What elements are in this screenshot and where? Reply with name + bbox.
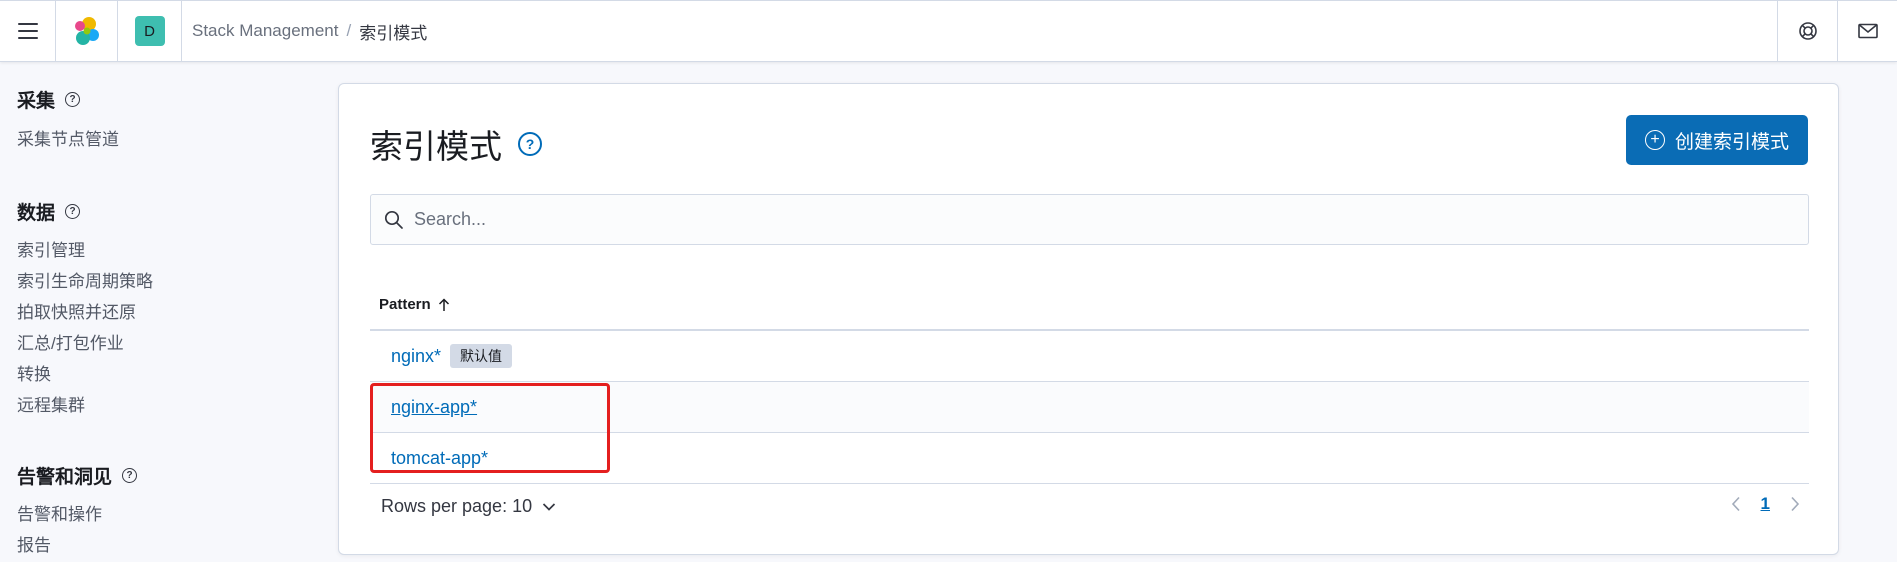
mail-icon: [1857, 23, 1878, 39]
search-input[interactable]: [414, 209, 1794, 230]
sidebar-item-transforms[interactable]: 转换: [17, 359, 153, 390]
create-index-pattern-button[interactable]: + 创建索引模式: [1626, 115, 1808, 165]
space-avatar: D: [134, 16, 165, 46]
question-icon[interactable]: ?: [122, 467, 138, 483]
question-icon[interactable]: ?: [65, 91, 81, 107]
sidebar-item-reporting[interactable]: 报告: [17, 530, 137, 561]
pattern-link[interactable]: nginx-app*: [391, 397, 477, 418]
sidebar-item-snapshot-restore[interactable]: 拍取快照并还原: [17, 297, 153, 328]
newsfeed-button[interactable]: [1837, 1, 1897, 61]
sidebar-group-data: 数据 ? 索引管理 索引生命周期策略 拍取快照并还原 汇总/打包作业 转换 远程…: [17, 198, 153, 421]
table-row: nginx-app*: [370, 382, 1809, 433]
sidebar-item-ilm-policies[interactable]: 索引生命周期策略: [17, 266, 153, 297]
page-title: 索引模式: [370, 128, 502, 165]
chevron-down-icon: [542, 502, 556, 511]
breadcrumb-stack-management[interactable]: Stack Management: [192, 21, 338, 41]
sidebar-item-rollup-jobs[interactable]: 汇总/打包作业: [17, 328, 153, 359]
sidebar-item-index-management[interactable]: 索引管理: [17, 235, 153, 266]
elastic-logo-icon: [74, 17, 99, 45]
breadcrumb-current: 索引模式: [359, 23, 428, 43]
help-icon[interactable]: ?: [518, 132, 542, 156]
page-title-row: 索引模式 ?: [370, 120, 542, 168]
search-field[interactable]: [370, 194, 1809, 245]
space-selector[interactable]: D: [118, 1, 182, 61]
rows-per-page-selector[interactable]: Rows per page: 10: [381, 496, 556, 517]
breadcrumb: Stack Management / 索引模式: [182, 1, 427, 61]
menu-toggle-button[interactable]: [0, 1, 56, 61]
sidebar-item-remote-clusters[interactable]: 远程集群: [17, 390, 153, 421]
pagination: 1: [1731, 494, 1800, 514]
home-logo-link[interactable]: [56, 1, 118, 61]
search-icon: [384, 210, 403, 229]
table-row: tomcat-app*: [370, 433, 1809, 484]
breadcrumb-separator: /: [346, 21, 352, 40]
pattern-link[interactable]: tomcat-app*: [391, 448, 488, 469]
help-lifebuoy-icon: [1798, 22, 1817, 40]
page-number[interactable]: 1: [1761, 494, 1770, 514]
table-row: nginx* 默认值: [370, 331, 1809, 382]
default-badge: 默认值: [450, 344, 513, 368]
pattern-link[interactable]: nginx*: [391, 346, 441, 367]
sidebar-item-ingest-pipelines[interactable]: 采集节点管道: [17, 124, 119, 155]
index-patterns-table: Pattern nginx* 默认值 nginx-app* tomcat-app…: [370, 280, 1809, 484]
help-menu-button[interactable]: [1777, 1, 1837, 61]
sidebar-group-title: 数据: [17, 202, 56, 224]
sidebar-group-alerts: 告警和洞见 ? 告警和操作 报告: [17, 462, 138, 561]
question-icon[interactable]: ?: [65, 203, 81, 219]
hamburger-icon: [17, 23, 38, 39]
create-button-label: 创建索引模式: [1674, 131, 1789, 153]
chevron-right-icon[interactable]: [1790, 496, 1800, 512]
sidebar-group-title: 告警和洞见: [17, 466, 113, 488]
sidebar-item-alerts-actions[interactable]: 告警和操作: [17, 499, 137, 530]
chevron-left-icon[interactable]: [1731, 496, 1741, 512]
rows-per-page-label: Rows per page: 10: [381, 496, 533, 516]
sort-ascending-icon: [438, 297, 449, 311]
sidebar-group-title: 采集: [17, 90, 56, 112]
plus-circle-icon: +: [1644, 130, 1665, 150]
column-header-pattern[interactable]: Pattern: [370, 280, 1809, 331]
top-header: D Stack Management / 索引模式: [0, 0, 1897, 62]
column-header-label: Pattern: [379, 296, 431, 313]
index-patterns-panel: 索引模式 ? + 创建索引模式 Pattern nginx* 默认值 nginx…: [338, 83, 1839, 555]
sidebar-group-ingest: 采集 ? 采集节点管道: [17, 86, 119, 155]
